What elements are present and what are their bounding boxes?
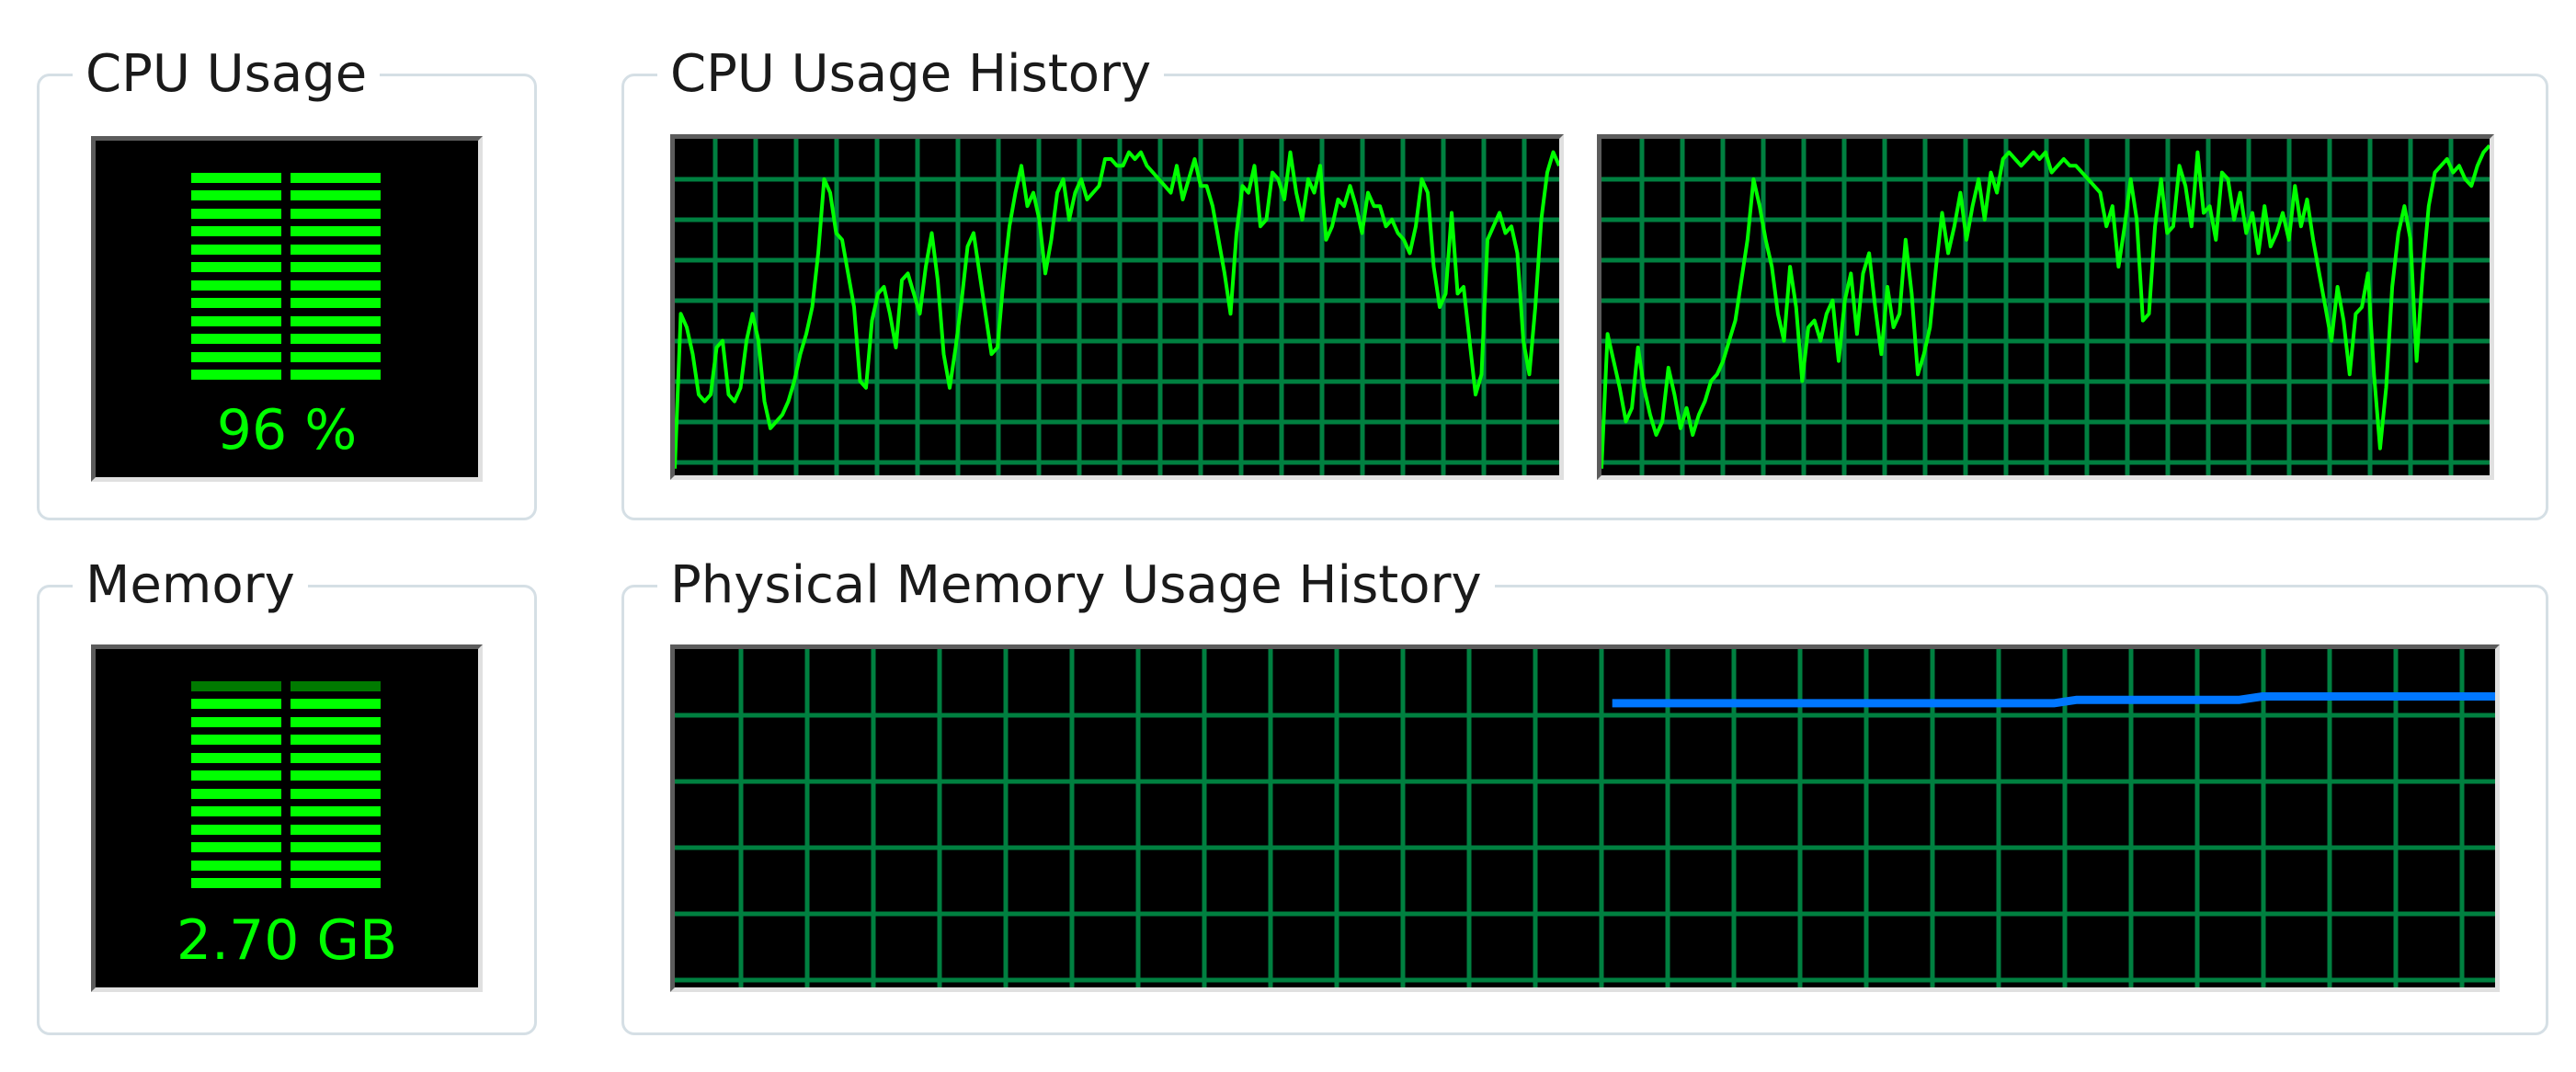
cpu-usage-title: CPU Usage [73, 45, 381, 104]
memory-meter-bar-segment [291, 680, 381, 691]
physical-memory-history-group: Physical Memory Usage History [621, 556, 2548, 1035]
cpu-usage-history-group: CPU Usage History [621, 45, 2548, 520]
graph-canvas [675, 139, 1559, 475]
cpu-meter-bar-segment [191, 190, 281, 200]
memory-meter-bar-segment [191, 842, 281, 852]
physical-memory-history-title: Physical Memory Usage History [657, 556, 1495, 615]
memory-meter-bar-segment [291, 842, 381, 852]
graph-canvas [675, 649, 2495, 987]
memory-meter-bar-segment [191, 716, 281, 727]
cpu-usage-bars [191, 165, 381, 380]
memory-meter-bar-segment [191, 824, 281, 835]
cpu-meter-bar-segment [191, 262, 281, 272]
cpu-meter-bar-segment [291, 279, 381, 291]
memory-meter-bar-segment [191, 788, 281, 799]
graph-canvas [1601, 139, 2490, 475]
cpu-meter-bar-segment [291, 208, 381, 219]
cpu-meter-bar-segment [291, 262, 381, 272]
memory-meter-bar-segment [291, 699, 381, 709]
cpu-usage-meter: 96 % [91, 136, 483, 482]
cpu-meter-bar-segment [191, 226, 281, 236]
memory-meter-bar-segment [291, 788, 381, 799]
cpu-meter-bar-column [291, 165, 381, 380]
memory-meter-bar-segment [191, 699, 281, 709]
cpu-usage-group: CPU Usage 96 % [37, 45, 537, 520]
cpu-meter-bar-segment [191, 334, 281, 344]
cpu-meter-bar-segment [291, 172, 381, 183]
cpu-meter-bar-column [191, 165, 281, 380]
memory-meter-bar-segment [291, 860, 381, 871]
cpu-meter-bar-segment [191, 370, 281, 380]
memory-meter-bar-segment [291, 735, 381, 745]
memory-title: Memory [73, 556, 308, 615]
memory-meter-bar-segment [191, 860, 281, 871]
cpu-meter-bar-segment [191, 244, 281, 255]
cpu-meter-bar-segment [291, 315, 381, 326]
memory-meter-bar-segment [291, 806, 381, 816]
memory-meter-bar-segment [291, 770, 381, 781]
memory-meter-bar-segment [191, 735, 281, 745]
memory-meter-bar-column [191, 673, 281, 888]
cpu-meter-bar-segment [291, 351, 381, 362]
cpu-history-graph-0 [670, 134, 1564, 480]
memory-value: 2.70 GB [176, 908, 398, 973]
cpu-meter-bar-segment [291, 298, 381, 308]
memory-meter-bar-column [291, 673, 381, 888]
memory-meter-bar-segment [191, 878, 281, 888]
graph-grid [1601, 139, 2490, 475]
cpu-meter-bar-segment [191, 172, 281, 183]
cpu-meter-bar-segment [291, 334, 381, 344]
memory-meter-bar-segment [191, 752, 281, 763]
cpu-history-graph-1 [1597, 134, 2494, 480]
memory-meter-bar-segment [291, 716, 381, 727]
memory-meter-bar-segment [191, 770, 281, 781]
physical-memory-history-graph [670, 644, 2500, 992]
cpu-meter-bar-segment [291, 244, 381, 255]
memory-history-line [1612, 692, 2495, 708]
cpu-meter-bar-segment [291, 190, 381, 200]
memory-meter-bar-segment [291, 824, 381, 835]
memory-meter-bar-segment [291, 752, 381, 763]
cpu-meter-bar-segment [291, 370, 381, 380]
cpu-usage-value: 96 % [216, 398, 358, 462]
cpu-meter-bar-segment [191, 208, 281, 219]
cpu-meter-bar-segment [191, 298, 281, 308]
cpu-meter-bar-segment [191, 351, 281, 362]
cpu-meter-bar-segment [291, 226, 381, 236]
memory-meter-bar-segment [191, 680, 281, 691]
memory-bars [191, 673, 381, 888]
memory-meter-bar-segment [191, 806, 281, 816]
cpu-meter-bar-segment [191, 315, 281, 326]
memory-meter-bar-segment [291, 878, 381, 888]
cpu-meter-bar-segment [191, 279, 281, 291]
memory-group: Memory 2.70 GB [37, 556, 537, 1035]
cpu-usage-history-title: CPU Usage History [657, 45, 1165, 104]
memory-meter: 2.70 GB [91, 644, 483, 992]
